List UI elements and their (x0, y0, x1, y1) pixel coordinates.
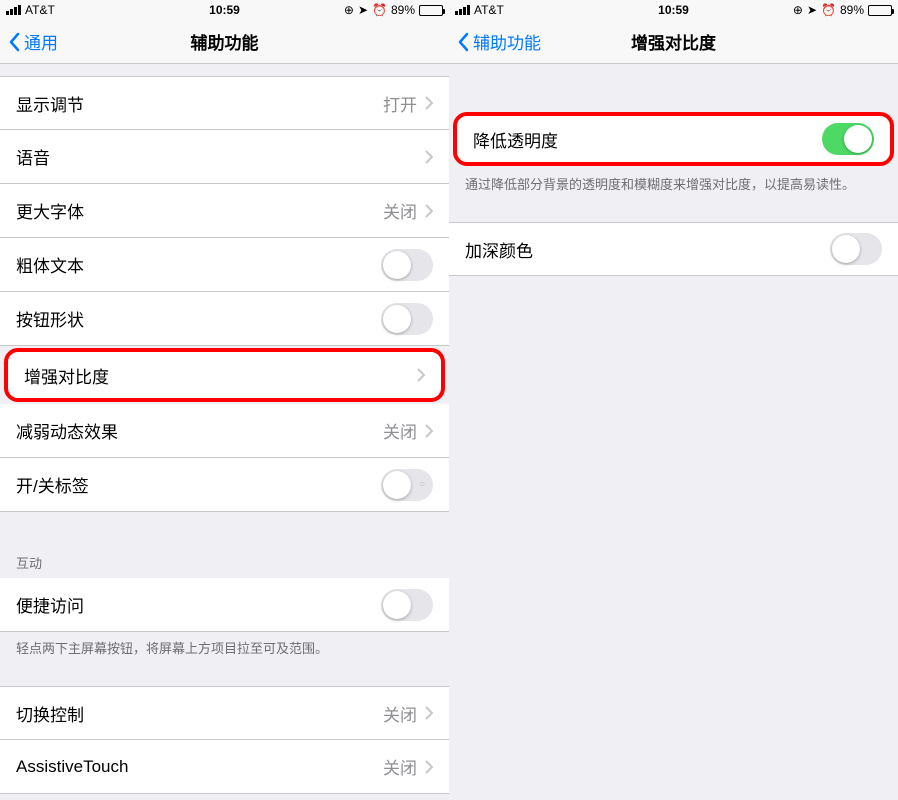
row-display-accommodations[interactable]: 显示调节 打开 (0, 76, 449, 130)
chevron-left-icon (8, 32, 20, 52)
row-button-shapes[interactable]: 按钮形状 (0, 292, 449, 346)
darken-colors-switch[interactable] (830, 233, 882, 265)
nav-bar: 辅助功能 增强对比度 (449, 20, 898, 64)
row-switch-control[interactable]: 切换控制 关闭 (0, 686, 449, 740)
row-larger-text[interactable]: 更大字体 关闭 (0, 184, 449, 238)
reachability-switch[interactable] (381, 589, 433, 621)
status-bar: AT&T 10:59 ⊕ ➤ ⏰ 89% (449, 0, 898, 20)
row-assistivetouch[interactable]: AssistiveTouch 关闭 (0, 740, 449, 794)
chevron-right-icon (425, 204, 433, 218)
back-button[interactable]: 通用 (0, 29, 58, 54)
nav-bar: 通用 辅助功能 (0, 20, 449, 64)
row-label: 按钮形状 (16, 306, 381, 331)
orientation-lock-icon: ⊕ (793, 3, 803, 17)
row-value: 关闭 (383, 701, 417, 726)
chevron-left-icon (457, 32, 469, 52)
row-onoff-labels[interactable]: 开/关标签 (0, 458, 449, 512)
row-value: 关闭 (383, 418, 417, 443)
row-label: 便捷访问 (16, 592, 381, 617)
row-label: AssistiveTouch (16, 757, 383, 777)
button-shapes-switch[interactable] (381, 303, 433, 335)
battery-icon (419, 5, 443, 16)
signal-icon (6, 5, 21, 15)
screen-accessibility: AT&T 10:59 ⊕ ➤ ⏰ 89% 通用 辅助功能 显示调节 打开 语音 … (0, 0, 449, 800)
row-label: 降低透明度 (473, 127, 822, 152)
back-label: 辅助功能 (473, 29, 541, 54)
chevron-right-icon (425, 424, 433, 438)
row-increase-contrast[interactable]: 增强对比度 (4, 348, 445, 402)
row-reduce-motion[interactable]: 减弱动态效果 关闭 (0, 404, 449, 458)
location-icon: ➤ (807, 3, 817, 17)
interaction-header: 互动 (0, 547, 449, 578)
chevron-right-icon (425, 96, 433, 110)
row-label: 更大字体 (16, 198, 383, 223)
row-bold-text[interactable]: 粗体文本 (0, 238, 449, 292)
carrier-label: AT&T (474, 3, 504, 17)
row-reachability[interactable]: 便捷访问 (0, 578, 449, 632)
back-label: 通用 (24, 29, 58, 54)
onoff-labels-switch[interactable] (381, 469, 433, 501)
chevron-right-icon (425, 706, 433, 720)
chevron-right-icon (417, 368, 425, 382)
bold-text-switch[interactable] (381, 249, 433, 281)
battery-icon (868, 5, 892, 16)
reduce-transparency-switch[interactable] (822, 123, 874, 155)
chevron-right-icon (425, 150, 433, 164)
row-label: 语音 (16, 144, 425, 169)
nav-title: 辅助功能 (0, 29, 449, 54)
alarm-icon: ⏰ (821, 3, 836, 17)
row-reduce-transparency[interactable]: 降低透明度 (453, 112, 894, 166)
row-value: 打开 (383, 91, 417, 116)
carrier-label: AT&T (25, 3, 55, 17)
row-label: 粗体文本 (16, 252, 381, 277)
row-darken-colors[interactable]: 加深颜色 (449, 222, 898, 276)
location-icon: ➤ (358, 3, 368, 17)
back-button[interactable]: 辅助功能 (449, 29, 541, 54)
alarm-icon: ⏰ (372, 3, 387, 17)
row-value: 关闭 (383, 754, 417, 779)
status-bar: AT&T 10:59 ⊕ ➤ ⏰ 89% (0, 0, 449, 20)
row-label: 加深颜色 (465, 237, 830, 262)
row-speech[interactable]: 语音 (0, 130, 449, 184)
signal-icon (455, 5, 470, 15)
screen-increase-contrast: AT&T 10:59 ⊕ ➤ ⏰ 89% 辅助功能 增强对比度 降低透明度 通过… (449, 0, 898, 800)
row-value: 关闭 (383, 198, 417, 223)
reduce-transparency-footer: 通过降低部分背景的透明度和模糊度来增强对比度，以提高易读性。 (449, 168, 898, 202)
row-label: 显示调节 (16, 91, 383, 116)
reachability-footer: 轻点两下主屏幕按钮，将屏幕上方项目拉至可及范围。 (0, 632, 449, 666)
row-label: 减弱动态效果 (16, 418, 383, 443)
row-label: 开/关标签 (16, 472, 381, 497)
battery-pct: 89% (391, 3, 415, 17)
row-label: 增强对比度 (24, 363, 417, 388)
row-label: 切换控制 (16, 701, 383, 726)
chevron-right-icon (425, 760, 433, 774)
battery-pct: 89% (840, 3, 864, 17)
orientation-lock-icon: ⊕ (344, 3, 354, 17)
